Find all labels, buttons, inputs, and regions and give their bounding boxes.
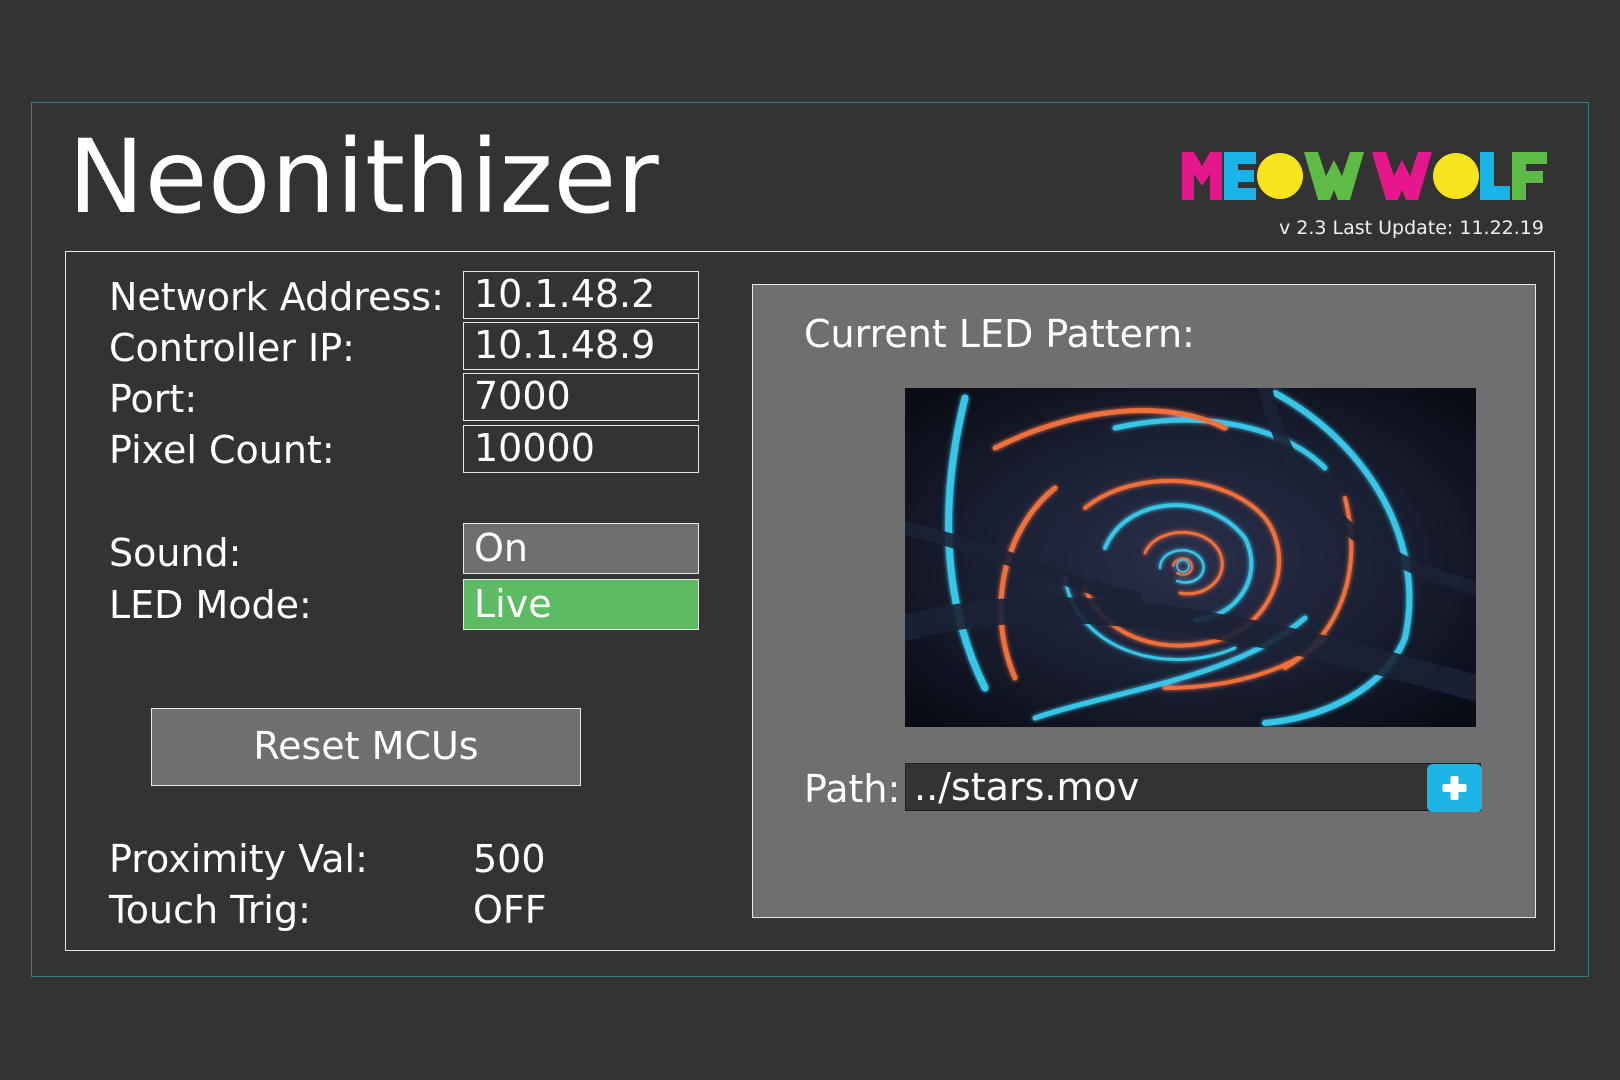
port-label: Port: (109, 377, 198, 421)
led-pattern-title: Current LED Pattern: (804, 312, 1195, 356)
led-mode-label: LED Mode: (109, 583, 312, 627)
network-address-field[interactable]: 10.1.48.2 (463, 271, 699, 319)
meow-wolf-logo (1182, 152, 1547, 200)
pixel-count-field[interactable]: 10000 (463, 425, 699, 473)
pixel-count-label: Pixel Count: (109, 428, 335, 472)
controller-ip-label: Controller IP: (109, 326, 355, 370)
sound-label: Sound: (109, 531, 242, 575)
reset-mcus-button[interactable]: Reset MCUs (151, 708, 581, 786)
port-field[interactable]: 7000 (463, 373, 699, 421)
controller-ip-field[interactable]: 10.1.48.9 (463, 322, 699, 370)
led-pattern-preview (905, 388, 1476, 727)
proximity-label: Proximity Val: (109, 837, 368, 881)
add-file-button[interactable] (1427, 764, 1482, 812)
proximity-value: 500 (473, 837, 546, 881)
path-input[interactable]: ../stars.mov (905, 763, 1481, 811)
sound-toggle[interactable]: On (463, 523, 699, 574)
app-title: Neonithizer (68, 118, 660, 237)
touch-trig-value: OFF (473, 888, 547, 932)
plus-icon (1442, 776, 1467, 800)
version-label: v 2.3 Last Update: 11.22.19 (1278, 217, 1544, 239)
led-mode-toggle[interactable]: Live (463, 579, 699, 630)
neon-vortex-image (905, 388, 1476, 727)
network-address-label: Network Address: (109, 275, 444, 319)
touch-trig-label: Touch Trig: (109, 888, 311, 932)
path-label: Path: (804, 767, 901, 811)
